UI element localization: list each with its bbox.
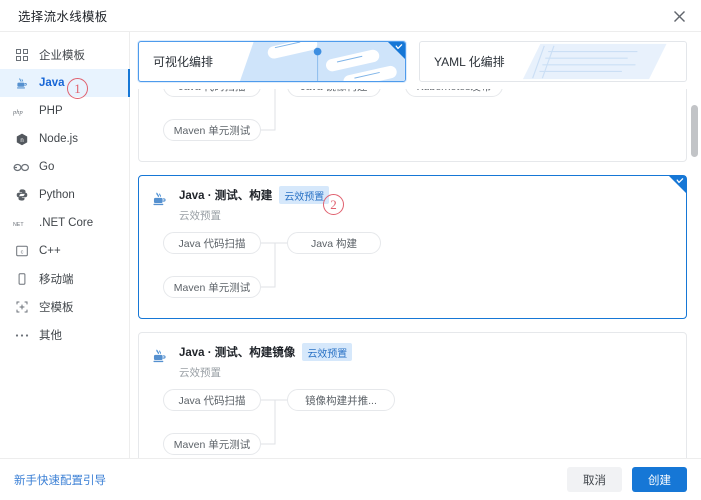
template-card-list[interactable]: Java 代码扫描 Maven 单元测试 Java 镜像构建 Kubernete…	[130, 89, 701, 458]
sidebar-item-label: 空模板	[39, 302, 74, 314]
sidebar-item-java[interactable]: Java	[0, 69, 130, 97]
flow-node[interactable]: Java 镜像构建	[287, 89, 381, 97]
flow-connector	[261, 242, 289, 288]
flow-node[interactable]: Maven 单元测试	[163, 276, 261, 298]
card-subtitle: 云效预置	[179, 210, 221, 222]
sidebar-item-mobile[interactable]: 移动端	[0, 265, 129, 293]
php-icon: php	[13, 107, 30, 116]
close-icon[interactable]	[667, 4, 691, 28]
grid-icon	[13, 49, 30, 61]
java-icon	[151, 186, 171, 212]
template-content-panel: 可视化编排 YAML 化编排 Maven 单元测试 Java · 测试、构建 云…	[130, 32, 701, 458]
template-card[interactable]: Java · 测试、构建镜像 云效预置 云效预置 Java 代码扫描 Maven	[138, 332, 687, 458]
sidebar-item-label: 企业模板	[39, 50, 85, 62]
dialog-header: 选择流水线模板	[0, 0, 701, 32]
dialog-body: 企业模板 Java php PHP n Node.js Go Python NE…	[0, 32, 701, 458]
pipeline-flow-graph: Java 代码扫描 Maven 单元测试 Java 镜像构建 Kubernete…	[151, 89, 674, 149]
card-header: Java · 测试、构建 云效预置 云效预置	[151, 186, 674, 223]
yaml-orchestration-illustration	[521, 42, 686, 81]
svg-text:c: c	[20, 249, 23, 255]
tab-label: YAML 化编排	[434, 55, 505, 69]
empty-template-icon	[13, 301, 30, 313]
flow-connector	[261, 89, 276, 131]
dialog-footer: 新手快速配置引导 取消 创建	[0, 458, 701, 500]
card-subtitle: 云效预置	[179, 367, 221, 379]
sidebar-item-other[interactable]: 其他	[0, 321, 129, 349]
go-icon	[13, 163, 30, 172]
sidebar-item-cpp[interactable]: c C++	[0, 237, 129, 265]
status-badge: 云效预置	[302, 343, 353, 361]
status-badge: 云效预置	[279, 186, 330, 204]
sidebar-item-label: 其他	[39, 330, 62, 342]
card-header: Java · 测试、构建镜像 云效预置 云效预置	[151, 343, 674, 380]
sidebar-item-label: Python	[39, 189, 75, 201]
category-sidebar: 企业模板 Java php PHP n Node.js Go Python NE…	[0, 32, 130, 458]
python-icon	[13, 189, 30, 201]
cpp-icon: c	[13, 245, 30, 257]
tab-label: 可视化编排	[153, 55, 214, 69]
mobile-icon	[13, 273, 30, 285]
svg-text:n: n	[20, 138, 23, 144]
sidebar-item-label: PHP	[39, 105, 63, 117]
sidebar-item-label: Java	[39, 77, 65, 89]
create-button[interactable]: 创建	[632, 467, 687, 492]
pipeline-flow-graph: Java 代码扫描 Maven 单元测试 Java 构建	[151, 232, 674, 306]
corner-check-icon	[388, 42, 405, 59]
pipeline-flow-graph: Java 代码扫描 Maven 单元测试 镜像构建并推...	[151, 389, 674, 458]
card-title-row: Java · 测试、构建镜像 云效预置	[179, 343, 353, 361]
quick-setup-guide-link[interactable]: 新手快速配置引导	[14, 472, 106, 488]
tab-yaml-orchestration[interactable]: YAML 化编排	[419, 41, 687, 82]
flow-node[interactable]: Maven 单元测试	[163, 119, 261, 141]
card-title: Java · 测试、构建镜像	[179, 347, 296, 359]
sidebar-item-label: .NET Core	[39, 217, 94, 229]
svg-text:php: php	[13, 109, 24, 116]
sidebar-item-label: 移动端	[39, 274, 74, 286]
card-title: Java · 测试、构建	[179, 190, 273, 202]
flow-node[interactable]: Java 构建	[287, 232, 381, 254]
card-title-row: Java · 测试、构建 云效预置	[179, 186, 330, 204]
template-card-selected[interactable]: Java · 测试、构建 云效预置 云效预置 Java 代码扫描 Maven 单	[138, 175, 687, 319]
sidebar-item-php[interactable]: php PHP	[0, 97, 129, 125]
ellipsis-icon	[13, 333, 30, 338]
orchestration-mode-tabs: 可视化编排 YAML 化编排	[130, 41, 701, 82]
flow-node[interactable]: Java 代码扫描	[163, 89, 261, 97]
svg-text:NET: NET	[13, 221, 24, 227]
flow-node[interactable]: Java 代码扫描	[163, 389, 261, 411]
sidebar-item-nodejs[interactable]: n Node.js	[0, 125, 129, 153]
java-icon	[151, 343, 171, 369]
sidebar-item-label: Go	[39, 161, 55, 173]
scrollbar-track[interactable]	[691, 89, 698, 458]
flow-node[interactable]: Maven 单元测试	[163, 433, 261, 455]
template-card[interactable]: Java 代码扫描 Maven 单元测试 Java 镜像构建 Kubernete…	[138, 89, 687, 162]
scrollbar-thumb[interactable]	[691, 105, 698, 157]
sidebar-item-label: Node.js	[39, 133, 78, 145]
dotnet-icon: NET	[13, 219, 30, 228]
dialog-title: 选择流水线模板	[18, 10, 108, 24]
corner-check-icon	[669, 176, 686, 193]
java-icon	[13, 77, 30, 90]
sidebar-item-go[interactable]: Go	[0, 153, 129, 181]
sidebar-item-empty-template[interactable]: 空模板	[0, 293, 129, 321]
flow-node[interactable]: Java 代码扫描	[163, 232, 261, 254]
nodejs-icon: n	[13, 133, 30, 146]
sidebar-item-python[interactable]: Python	[0, 181, 129, 209]
sidebar-item-enterprise-template[interactable]: 企业模板	[0, 41, 129, 69]
visual-orchestration-illustration	[240, 42, 405, 81]
flow-node[interactable]: 镜像构建并推...	[287, 389, 395, 411]
sidebar-item-dotnet-core[interactable]: NET .NET Core	[0, 209, 129, 237]
flow-node[interactable]: Kubernetes发布	[405, 89, 503, 97]
pipeline-template-dialog: 选择流水线模板 企业模板 Java php PHP n Node.js Go P…	[0, 0, 701, 500]
cancel-button[interactable]: 取消	[567, 467, 622, 492]
flow-connector	[261, 399, 289, 445]
sidebar-item-label: C++	[39, 245, 61, 257]
tab-visual-orchestration[interactable]: 可视化编排	[138, 41, 406, 82]
